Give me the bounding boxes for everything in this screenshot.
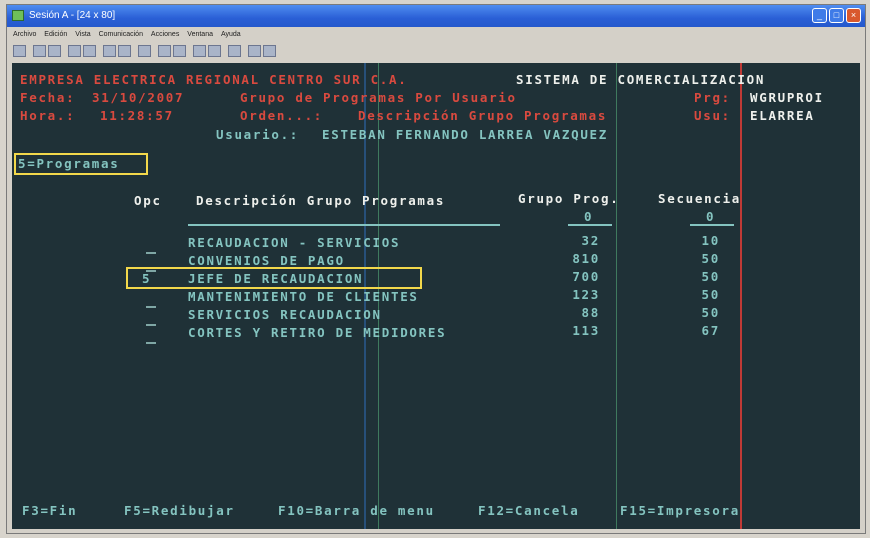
option-field[interactable] (146, 342, 156, 344)
fkey-f12[interactable]: F12=Cancela (478, 503, 579, 518)
row-secuencia: 10 (701, 233, 720, 248)
menu-comunicacion[interactable]: Comunicación (99, 31, 143, 38)
hora-value: 11:28:57 (100, 108, 174, 123)
usu-label: Usu: (694, 108, 731, 123)
session-icon (12, 10, 24, 21)
terminal-window: Sesión A - [24 x 80] _ □ × Archivo Edici… (6, 4, 866, 534)
row-descripcion: JEFE DE RECAUDACION (188, 271, 364, 286)
fkey-f15[interactable]: F15=Impresora (620, 503, 740, 518)
maximize-icon[interactable]: □ (829, 8, 844, 23)
column-header-opc: Opc (134, 193, 162, 208)
row-descripcion: RECAUDACION - SERVICIOS (188, 235, 401, 250)
prg-value: WGRUPROI (750, 90, 824, 105)
macro-icon[interactable] (158, 45, 171, 57)
prg-label: Prg: (694, 90, 731, 105)
row-secuencia: 50 (701, 305, 720, 320)
window-title: Sesión A - [24 x 80] (29, 10, 116, 21)
copy-icon[interactable] (33, 45, 46, 57)
secuencia-input-underline (690, 224, 734, 226)
row-secuencia: 50 (701, 287, 720, 302)
stop-icon[interactable] (208, 45, 221, 57)
fecha-value: 31/10/2007 (92, 90, 185, 105)
fkey-f3[interactable]: F3=Fin (22, 503, 77, 518)
help-icon[interactable] (228, 45, 241, 57)
menu-vista[interactable]: Vista (75, 31, 90, 38)
options-hint: 5=Programas (18, 156, 120, 171)
usu-value: ELARREA (750, 108, 815, 123)
toolbar (11, 43, 865, 61)
fecha-label: Fecha: (20, 90, 76, 105)
disconnect-icon[interactable] (263, 45, 276, 57)
row-descripcion: CONVENIOS DE PAGO (188, 253, 345, 268)
menu-edicion[interactable]: Edición (44, 31, 67, 38)
grupo-input-underline (568, 224, 612, 226)
row-descripcion: CORTES Y RETIRO DE MEDIDORES (188, 325, 447, 340)
row-grupo: 32 (581, 233, 600, 248)
title-bar[interactable]: Sesión A - [24 x 80] _ □ × (7, 5, 865, 27)
print-icon[interactable] (13, 45, 26, 57)
row-grupo: 123 (572, 287, 600, 302)
row-grupo: 700 (572, 269, 600, 284)
row-secuencia: 50 (701, 251, 720, 266)
menu-acciones[interactable]: Acciones (151, 31, 179, 38)
receive-icon[interactable] (83, 45, 96, 57)
keyboard-icon[interactable] (118, 45, 131, 57)
paste-icon[interactable] (48, 45, 61, 57)
column-header-grupo: Grupo Prog. (518, 191, 620, 206)
row-grupo: 113 (572, 323, 600, 338)
hora-label: Hora.: (20, 108, 76, 123)
display-icon[interactable] (103, 45, 116, 57)
row-secuencia: 67 (701, 323, 720, 338)
close-icon[interactable]: × (846, 8, 861, 23)
row-descripcion: MANTENIMIENTO DE CLIENTES (188, 289, 419, 304)
position-secuencia-field[interactable]: 0 (706, 209, 715, 224)
usuario-value: ESTEBAN FERNANDO LARREA VAZQUEZ (322, 127, 608, 142)
usuario-label: Usuario.: (216, 127, 300, 142)
screen-title: Grupo de Programas Por Usuario (240, 90, 517, 105)
option-field[interactable] (146, 324, 156, 326)
option-field[interactable] (146, 306, 156, 308)
option-field[interactable] (146, 252, 156, 254)
column-guide-line (616, 63, 617, 529)
menu-ayuda[interactable]: Ayuda (221, 31, 241, 38)
descripcion-underline (188, 224, 500, 226)
minimize-icon[interactable]: _ (812, 8, 827, 23)
row-grupo: 810 (572, 251, 600, 266)
orden-label: Orden...: (240, 108, 324, 123)
play-icon[interactable] (173, 45, 186, 57)
settings-icon[interactable] (193, 45, 206, 57)
orden-value: Descripción Grupo Programas (358, 108, 608, 123)
menu-bar: Archivo Edición Vista Comunicación Accio… (7, 27, 865, 42)
column-header-descripcion: Descripción Grupo Programas (196, 193, 446, 208)
send-icon[interactable] (68, 45, 81, 57)
row-descripcion: SERVICIOS RECAUDACION (188, 307, 382, 322)
menu-ventana[interactable]: Ventana (187, 31, 213, 38)
option-field-selected[interactable]: 5 (142, 271, 151, 286)
terminal-screen[interactable]: EMPRESA ELECTRICA REGIONAL CENTRO SUR C.… (12, 63, 860, 529)
position-grupo-field[interactable]: 0 (584, 209, 593, 224)
menu-archivo[interactable]: Archivo (13, 31, 36, 38)
fkey-f10[interactable]: F10=Barra de menu (278, 503, 435, 518)
connect-icon[interactable] (248, 45, 261, 57)
row-grupo: 88 (581, 305, 600, 320)
edit-icon[interactable] (138, 45, 151, 57)
system-name: SISTEMA DE COMERCIALIZACION (516, 72, 766, 87)
column-header-secuencia: Secuencia (658, 191, 742, 206)
row-secuencia: 50 (701, 269, 720, 284)
cursor-column (740, 63, 742, 529)
company-name: EMPRESA ELECTRICA REGIONAL CENTRO SUR C.… (20, 72, 408, 87)
fkey-f5[interactable]: F5=Redibujar (124, 503, 235, 518)
